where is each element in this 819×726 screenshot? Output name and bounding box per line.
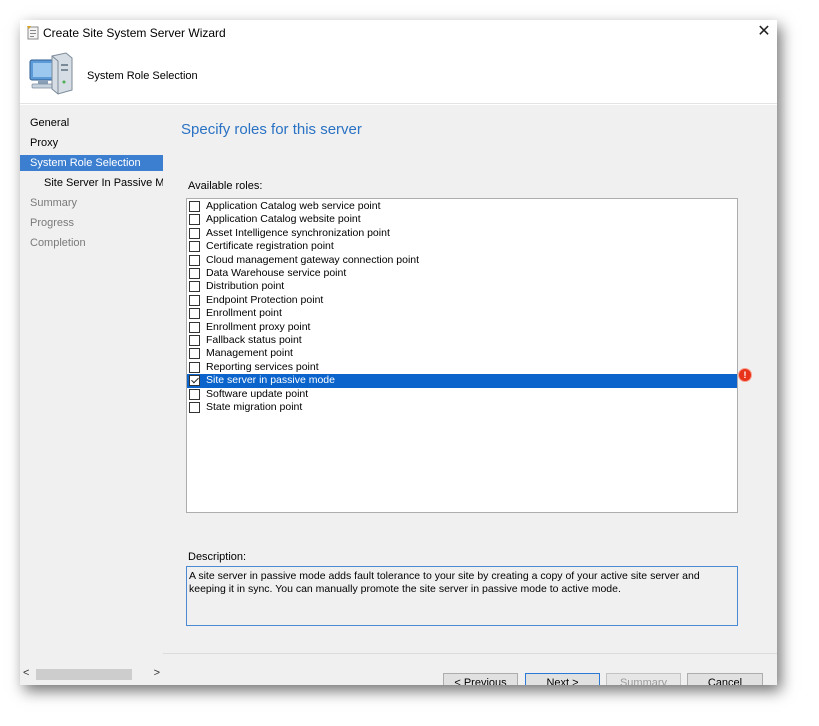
page-title: Specify roles for this server — [181, 121, 362, 138]
role-checkbox[interactable] — [189, 361, 200, 373]
close-icon: ✕ — [757, 23, 771, 40]
nav-item-completion: Completion — [30, 237, 86, 249]
role-label: Reporting services point — [206, 360, 319, 373]
role-checkbox[interactable] — [189, 268, 200, 279]
role-checkbox[interactable] — [189, 321, 200, 333]
role-checkbox[interactable] — [189, 227, 200, 239]
error-icon: ! — [739, 369, 751, 381]
role-item[interactable]: Cloud management gateway connection poin… — [187, 254, 737, 267]
nav-item-progress: Progress — [30, 217, 75, 229]
nav-item-system-role-selection[interactable]: System Role Selection — [20, 155, 163, 171]
role-label: Software update point — [206, 387, 309, 400]
wizard-window: Create Site System Server Wizard ✕ Syste… — [20, 20, 777, 685]
nav-item-summary: Summary — [30, 197, 78, 209]
scroll-left-icon[interactable]: < — [23, 667, 29, 679]
roles-list[interactable]: Application Catalog web service point Ap… — [186, 198, 738, 513]
description-text: A site server in passive mode adds fault… — [186, 566, 738, 626]
role-checkbox[interactable] — [189, 348, 200, 360]
role-checkbox-checked[interactable] — [189, 375, 200, 387]
scrollbar-thumb[interactable] — [36, 669, 132, 680]
role-label: Data Warehouse service point — [206, 267, 347, 279]
role-item[interactable]: Application Catalog web service point — [187, 200, 737, 213]
wizard-app-icon — [27, 26, 39, 40]
role-item[interactable]: Software update point — [187, 388, 737, 401]
role-checkbox[interactable] — [189, 335, 200, 346]
role-label: Enrollment point — [206, 307, 282, 320]
role-label: Application Catalog web service point — [206, 200, 381, 212]
previous-button[interactable]: < Previous — [443, 673, 518, 685]
nav-item-general[interactable]: General — [20, 115, 163, 131]
role-item[interactable]: Enrollment proxy point — [187, 321, 737, 334]
role-label: Site server in passive mode — [206, 374, 335, 387]
wizard-nav-pane: General Proxy System Role Selection Site… — [20, 105, 163, 685]
description-label: Description: — [188, 551, 247, 563]
role-label: Endpoint Protection point — [206, 293, 324, 306]
role-label: Distribution point — [206, 280, 285, 293]
role-checkbox[interactable] — [189, 201, 200, 212]
role-label: State migration point — [206, 401, 303, 413]
role-item[interactable]: Endpoint Protection point — [187, 294, 737, 307]
role-item[interactable]: Distribution point — [187, 280, 737, 293]
role-item[interactable]: Enrollment point — [187, 307, 737, 320]
role-label: Management point — [206, 347, 293, 360]
server-computer-icon — [29, 52, 73, 95]
nav-item-site-server-passive-mode[interactable]: Site Server In Passive Mod — [20, 175, 163, 191]
wizard-content: Specify roles for this server Available … — [163, 105, 777, 685]
scroll-right-icon[interactable]: > — [154, 667, 160, 679]
role-checkbox[interactable] — [189, 294, 200, 306]
window-title: Create Site System Server Wizard — [43, 26, 226, 40]
role-checkbox[interactable] — [189, 308, 200, 320]
cancel-button[interactable]: Cancel — [687, 673, 763, 685]
role-item[interactable]: Asset Intelligence synchronization point — [187, 227, 737, 240]
nav-item-proxy[interactable]: Proxy — [20, 135, 163, 151]
role-label: Certificate registration point — [206, 240, 334, 253]
role-label: Fallback status point — [206, 334, 302, 346]
available-roles-label: Available roles: — [188, 180, 263, 192]
role-checkbox[interactable] — [189, 388, 200, 400]
role-item[interactable]: State migration point — [187, 401, 737, 414]
title-bar: Create Site System Server Wizard ✕ — [20, 20, 777, 46]
role-item[interactable]: Application Catalog website point — [187, 213, 737, 226]
summary-button: Summary — [606, 673, 681, 685]
role-item[interactable]: Fallback status point — [187, 334, 737, 347]
role-label: Cloud management gateway connection poin… — [206, 253, 420, 266]
role-item-selected[interactable]: Site server in passive mode — [187, 374, 737, 388]
wizard-header: System Role Selection — [20, 46, 777, 104]
role-checkbox[interactable] — [189, 241, 200, 253]
role-label: Enrollment proxy point — [206, 320, 311, 333]
role-checkbox[interactable] — [189, 214, 200, 226]
role-item[interactable]: Management point — [187, 347, 737, 360]
header-title: System Role Selection — [87, 70, 198, 82]
footer-separator — [163, 653, 777, 654]
role-item[interactable]: Reporting services point — [187, 361, 737, 374]
nav-horizontal-scrollbar[interactable]: < > — [20, 666, 163, 683]
role-item[interactable]: Certificate registration point — [187, 240, 737, 253]
next-button[interactable]: Next > — [525, 673, 600, 685]
role-item[interactable]: Data Warehouse service point — [187, 267, 737, 280]
role-checkbox[interactable] — [189, 281, 200, 293]
role-label: Asset Intelligence synchronization point — [206, 226, 390, 239]
role-checkbox[interactable] — [189, 402, 200, 413]
close-button[interactable]: ✕ — [751, 20, 777, 46]
role-label: Application Catalog website point — [206, 213, 361, 226]
role-checkbox[interactable] — [189, 254, 200, 266]
